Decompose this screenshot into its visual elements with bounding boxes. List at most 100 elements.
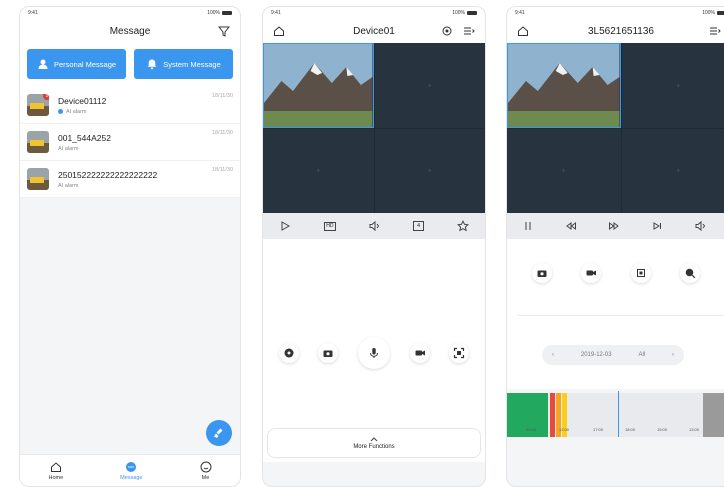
video-camera-icon <box>586 270 597 276</box>
bottom-tab-bar: Home Message Me <box>20 454 240 486</box>
status-time: 9:41 <box>28 10 38 16</box>
tab-me[interactable]: Me <box>200 461 212 481</box>
more-functions-button[interactable]: More Functions <box>267 428 481 458</box>
timeline-cursor[interactable] <box>618 391 619 437</box>
page-title: Device01 <box>353 25 395 37</box>
broom-icon <box>214 428 223 438</box>
function-panel: More Functions <box>263 239 485 462</box>
add-channel-icon: + <box>427 166 433 176</box>
pause-icon[interactable] <box>522 220 534 232</box>
device-thumbnail <box>27 168 49 190</box>
split-screen-toggle[interactable]: 4 <box>413 221 425 231</box>
system-message-button[interactable]: System Message <box>134 49 233 79</box>
device-thumbnail <box>27 131 49 153</box>
filter-icon <box>218 26 230 37</box>
timeline-segment-gray <box>703 393 724 437</box>
search-icon <box>685 268 696 279</box>
search-button[interactable] <box>680 263 701 283</box>
list-item[interactable]: 5 Device01112 AI alarm 18/11/30 <box>20 87 240 124</box>
status-bar: 9:41 100% <box>20 7 240 19</box>
home-button[interactable] <box>517 25 529 40</box>
hd-toggle[interactable]: HD <box>323 221 336 231</box>
home-button[interactable] <box>273 25 285 40</box>
video-camera-icon <box>415 350 425 356</box>
status-time: 9:41 <box>515 10 525 16</box>
snapshot-button[interactable] <box>318 343 339 363</box>
message-date: 18/11/30 <box>211 130 233 136</box>
video-channel-4[interactable]: + <box>374 128 485 213</box>
ptz-icon <box>284 348 294 358</box>
rewind-icon[interactable] <box>565 220 577 232</box>
battery-icon <box>222 10 232 15</box>
header: Message <box>20 19 240 43</box>
unread-badge: 5 <box>43 94 49 100</box>
list-item[interactable]: 250152222222222222222 AI alarm 18/11/30 <box>20 161 240 198</box>
live-view-screen: 9:41 100% Device01 + + + HD 4 More Funct… <box>262 6 486 487</box>
tab-home-label: Home <box>48 474 64 481</box>
next-frame-icon[interactable] <box>651 220 663 232</box>
more-functions-label: More Functions <box>353 444 395 450</box>
record-filter[interactable]: All <box>638 352 645 358</box>
alarm-type: AI alarm <box>66 108 87 115</box>
volume-icon[interactable] <box>694 220 706 232</box>
alarm-type: AI alarm <box>58 145 79 152</box>
header: 3L5621651136 <box>507 19 724 43</box>
timeline-label: 00:00 <box>526 427 537 432</box>
video-channel-3[interactable]: + <box>263 128 374 213</box>
talk-button[interactable] <box>357 337 390 369</box>
tab-home[interactable]: Home <box>48 461 64 481</box>
video-channel-1[interactable] <box>263 43 374 128</box>
tab-message[interactable]: Message <box>120 461 143 481</box>
timeline-label: 13:00 <box>689 427 700 432</box>
device-name: Device01112 <box>58 95 107 106</box>
playback-function-panel: ‹ 2019-12-03 All › <box>507 239 724 389</box>
timeline-label: 12:00 <box>559 427 570 432</box>
mountain-preview <box>264 43 373 127</box>
list-item[interactable]: 001_544A252 AI alarm 18/11/30 <box>20 124 240 161</box>
user-circle-icon <box>200 461 211 472</box>
camera-icon <box>323 350 333 357</box>
add-channel-icon: + <box>561 166 567 176</box>
alarm-type: AI alarm <box>58 182 79 189</box>
page-title: 3L5621651136 <box>588 25 654 37</box>
microphone-icon <box>369 348 378 358</box>
filter-button[interactable] <box>218 25 230 37</box>
previous-day-button[interactable]: ‹ <box>552 352 554 358</box>
video-channel-2[interactable]: + <box>621 43 724 128</box>
fast-forward-icon[interactable] <box>608 220 620 232</box>
device-list-icon[interactable] <box>463 25 475 37</box>
fullscreen-icon <box>454 347 465 359</box>
personal-message-button[interactable]: Personal Message <box>27 49 126 79</box>
status-bar: 9:41 100% <box>263 7 485 19</box>
clear-messages-button[interactable] <box>206 420 232 446</box>
camera-icon <box>537 270 547 277</box>
bell-icon <box>147 59 157 70</box>
playback-screen: 9:41 100% 3L5621651136 + + + ‹ 2019-12-0… <box>506 6 724 487</box>
video-channel-1[interactable] <box>507 43 621 128</box>
recording-timeline[interactable]: 00:00 12:00 17:00 18:00 19:00 13:00 <box>507 391 724 437</box>
next-day-button[interactable]: › <box>672 352 674 358</box>
play-icon[interactable] <box>279 220 291 232</box>
tab-me-label: Me <box>201 474 210 481</box>
status-battery: 100% <box>207 10 232 16</box>
ptz-button[interactable] <box>278 343 299 363</box>
device-list-icon[interactable] <box>709 25 721 37</box>
add-channel-icon: + <box>675 166 681 176</box>
clip-button[interactable] <box>630 263 651 283</box>
snapshot-button[interactable] <box>531 263 552 283</box>
message-icon <box>126 461 137 472</box>
video-channel-3[interactable]: + <box>507 128 621 213</box>
page-title: Message <box>109 25 151 37</box>
function-row <box>263 337 485 369</box>
video-channel-2[interactable]: + <box>374 43 485 128</box>
selected-date[interactable]: 2019-12-03 <box>581 352 612 358</box>
video-channel-4[interactable]: + <box>621 128 724 213</box>
fullscreen-button[interactable] <box>449 343 470 363</box>
record-button[interactable] <box>581 263 602 283</box>
settings-icon[interactable] <box>441 25 453 37</box>
playback-controls: HD 4 <box>263 213 485 239</box>
star-icon[interactable] <box>456 220 469 232</box>
volume-icon[interactable] <box>368 220 380 232</box>
record-button[interactable] <box>409 343 430 363</box>
message-date: 18/11/30 <box>211 167 233 173</box>
